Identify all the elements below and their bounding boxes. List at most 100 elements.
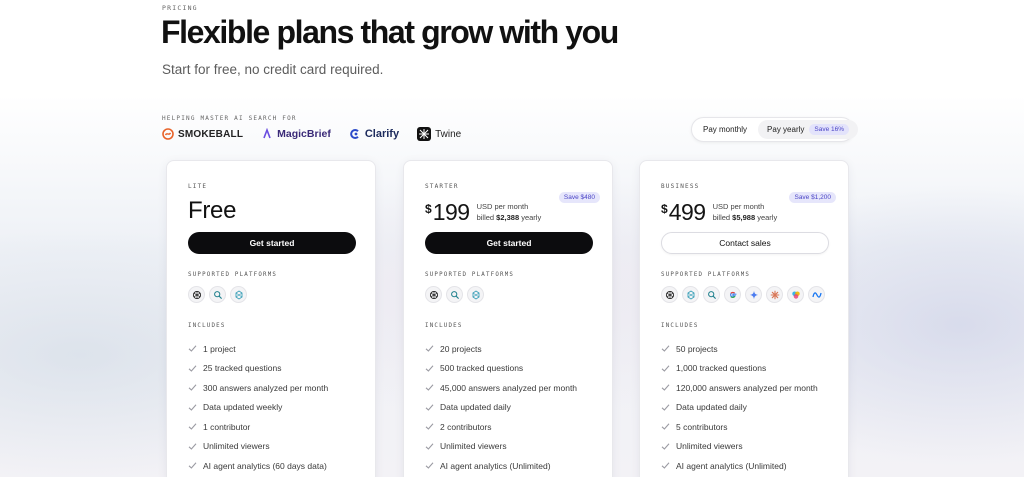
price-currency: $: [425, 202, 432, 216]
plan-card-starter: STARTER Save $480 $ 199 USD per month bi…: [403, 160, 613, 477]
chatgpt-icon: [661, 286, 678, 303]
billing-period-toggle[interactable]: Pay monthly Pay yearly Save 16%: [691, 117, 859, 142]
feature-item: Data updated daily: [425, 398, 577, 418]
page-subtitle: Start for free, no credit card required.: [162, 62, 384, 77]
feature-item: 45,000 answers analyzed per month: [425, 378, 577, 398]
feature-item: AI agent analytics (60 days data): [188, 456, 328, 476]
customer-logos-label: HELPING MASTER AI SEARCH FOR: [162, 115, 297, 122]
check-icon: [188, 403, 197, 412]
price-currency: $: [661, 202, 668, 216]
check-icon: [188, 383, 197, 392]
feature-item: 300 answers analyzed per month: [188, 378, 328, 398]
plan-card-business: BUSINESS Save $1,200 $ 499 USD per month…: [639, 160, 849, 477]
price-details: USD per month billed $5,988 yearly: [712, 202, 778, 222]
check-icon: [425, 383, 434, 392]
customer-logos: SMOKEBALL MagicBrief Clarify Twine: [162, 127, 461, 141]
platform-icons: [661, 286, 825, 303]
price-details: USD per month billed $2,388 yearly: [476, 202, 542, 222]
page-eyebrow: PRICING: [162, 4, 198, 12]
feature-item: 500 tracked questions: [425, 359, 577, 379]
check-icon: [661, 461, 670, 470]
get-started-button[interactable]: Get started: [188, 232, 356, 254]
check-icon: [425, 422, 434, 431]
plan-price: Free: [188, 197, 237, 224]
platform-icons: [188, 286, 247, 303]
plan-savings-badge: Save $1,200: [789, 192, 836, 203]
gemini-icon: [745, 286, 762, 303]
copilot-icon: [787, 286, 804, 303]
price-amount: 199: [432, 199, 470, 225]
plan-savings-badge: Save $480: [558, 192, 600, 203]
pay-monthly-option[interactable]: Pay monthly: [694, 120, 756, 139]
includes-label: INCLUDES: [188, 323, 226, 329]
get-started-button[interactable]: Get started: [425, 232, 593, 254]
chatgpt-icon: [188, 286, 205, 303]
meta-icon: [808, 286, 825, 303]
smokeball-logo: SMOKEBALL: [162, 128, 243, 140]
feature-item: 20 projects: [425, 339, 577, 359]
twine-icon: [417, 127, 432, 141]
includes-label: INCLUDES: [661, 323, 699, 329]
magicbrief-logo: MagicBrief: [261, 128, 331, 140]
magicbrief-icon: [261, 128, 273, 140]
plan-name: STARTER: [425, 183, 459, 190]
google-icon: [724, 286, 741, 303]
check-icon: [425, 344, 434, 353]
plan-name: LITE: [188, 183, 208, 190]
page-title: Flexible plans that grow with you: [161, 14, 619, 50]
claude-icon: [766, 286, 783, 303]
price-amount: 499: [668, 199, 706, 225]
plan-card-lite: LITE Free Get started SUPPORTED PLATFORM…: [166, 160, 376, 477]
supported-platforms-label: SUPPORTED PLATFORMS: [661, 272, 751, 278]
check-icon: [188, 364, 197, 373]
feature-item: 1 contributor: [188, 417, 328, 437]
deepseek-icon: [230, 286, 247, 303]
chatgpt-icon: [425, 286, 442, 303]
check-icon: [661, 422, 670, 431]
clarify-icon: [349, 128, 361, 140]
check-icon: [188, 461, 197, 470]
feature-list: 1 project 25 tracked questions 300 answe…: [188, 339, 328, 476]
check-icon: [661, 344, 670, 353]
plan-price: $ 499 USD per month billed $5,988 yearly: [661, 199, 777, 225]
pay-yearly-label: Pay yearly: [767, 125, 805, 134]
feature-item: Data updated daily: [661, 398, 818, 418]
includes-label: INCLUDES: [425, 323, 463, 329]
feature-item: Data updated weekly: [188, 398, 328, 418]
feature-item: 1 project: [188, 339, 328, 359]
check-icon: [661, 383, 670, 392]
feature-item: AI agent analytics (Unlimited): [425, 456, 577, 476]
pay-yearly-option[interactable]: Pay yearly Save 16%: [758, 120, 859, 139]
feature-item: Unlimited viewers: [661, 437, 818, 457]
check-icon: [425, 403, 434, 412]
plan-name: BUSINESS: [661, 183, 700, 190]
check-icon: [661, 442, 670, 451]
feature-item: 2 contributors: [425, 417, 577, 437]
feature-item: Unlimited viewers: [425, 437, 577, 457]
perplexity-icon: [446, 286, 463, 303]
feature-item: Unlimited viewers: [188, 437, 328, 457]
clarify-logo: Clarify: [349, 128, 399, 140]
feature-item: 1,000 tracked questions: [661, 359, 818, 379]
smokeball-icon: [162, 128, 174, 140]
deepseek-icon: [467, 286, 484, 303]
check-icon: [188, 442, 197, 451]
feature-list: 20 projects 500 tracked questions 45,000…: [425, 339, 577, 476]
deepseek-icon: [682, 286, 699, 303]
platform-icons: [425, 286, 484, 303]
yearly-savings-badge: Save 16%: [809, 124, 850, 135]
check-icon: [425, 364, 434, 373]
feature-item: 120,000 answers analyzed per month: [661, 378, 818, 398]
supported-platforms-label: SUPPORTED PLATFORMS: [188, 272, 278, 278]
feature-item: AI agent analytics (Unlimited): [661, 456, 818, 476]
feature-item: 50 projects: [661, 339, 818, 359]
plan-price: $ 199 USD per month billed $2,388 yearly: [425, 199, 541, 225]
perplexity-icon: [703, 286, 720, 303]
twine-logo: Twine: [417, 127, 461, 141]
check-icon: [425, 461, 434, 470]
check-icon: [661, 364, 670, 373]
check-icon: [425, 442, 434, 451]
feature-list: 50 projects 1,000 tracked questions 120,…: [661, 339, 818, 476]
contact-sales-button[interactable]: Contact sales: [661, 232, 829, 254]
supported-platforms-label: SUPPORTED PLATFORMS: [425, 272, 515, 278]
